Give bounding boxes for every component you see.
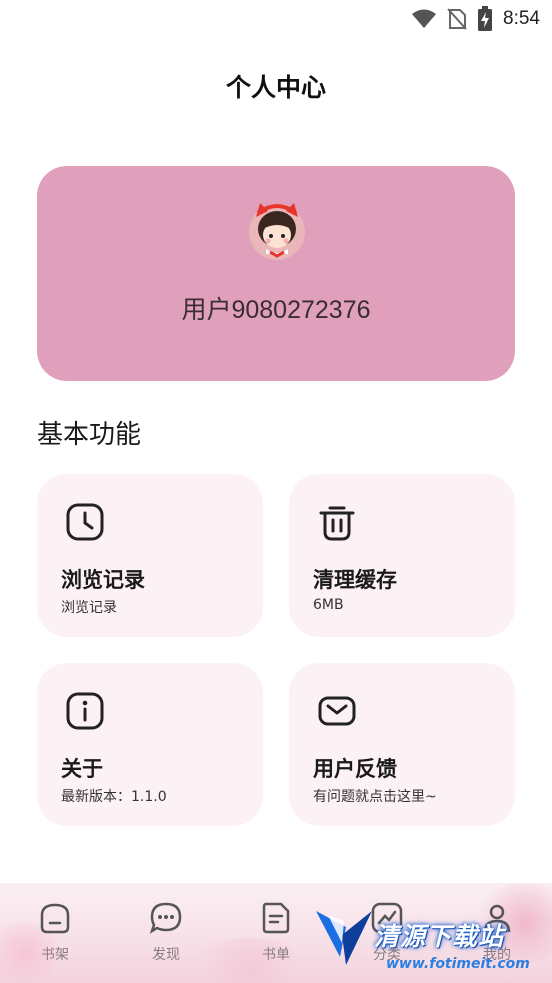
section-title: 基本功能 — [37, 420, 142, 450]
mail-icon — [318, 696, 356, 726]
nav-item-booklist[interactable]: 书单 — [246, 901, 306, 971]
trash-icon — [319, 506, 355, 541]
user-feedback-subtitle: 有问题就点击这里~ — [313, 789, 437, 805]
clock-icon — [66, 503, 104, 541]
page-title: 个人中心 — [225, 73, 326, 102]
status-time: 8:54 — [503, 8, 540, 29]
nav-label-booklist: 书单 — [262, 947, 290, 963]
browse-history-subtitle: 浏览记录 — [61, 600, 117, 616]
watermark: 清源下载站 www.fotimeit.com — [312, 903, 544, 977]
nav-item-shelf[interactable]: 书架 — [25, 901, 85, 971]
watermark-title: 清源下载站 — [374, 922, 505, 951]
status-bar: 8:54 — [0, 0, 552, 40]
clear-cache-size: 6MB — [313, 597, 344, 613]
nav-label-discover: 发现 — [152, 947, 180, 963]
status-icons: 8:54 — [411, 6, 540, 32]
about-version: 最新版本：1.1.0 — [61, 789, 167, 805]
browse-history-title: 浏览记录 — [61, 568, 145, 592]
clear-cache-title: 清理缓存 — [313, 568, 397, 592]
username: 用户9080272376 — [181, 296, 371, 324]
about-card[interactable]: 关于 最新版本：1.1.0 — [37, 663, 263, 826]
shelf-icon — [40, 903, 70, 934]
nav-item-discover[interactable]: 发现 — [136, 901, 196, 971]
booklist-icon — [262, 902, 290, 934]
discover-chat-icon — [149, 902, 182, 934]
user-feedback-title: 用户反馈 — [313, 757, 397, 781]
avatar[interactable] — [246, 199, 308, 261]
battery-charging-icon — [478, 6, 493, 31]
no-sim-icon — [447, 8, 467, 30]
about-title: 关于 — [61, 757, 103, 781]
wifi-icon — [412, 9, 437, 28]
browse-history-card[interactable]: 浏览记录 浏览记录 — [37, 474, 263, 637]
info-icon — [66, 692, 104, 730]
clear-cache-card[interactable]: 清理缓存 6MB — [289, 474, 515, 637]
user-feedback-card[interactable]: 用户反馈 有问题就点击这里~ — [289, 663, 515, 826]
watermark-url: www.fotimeit.com — [386, 956, 530, 972]
nav-label-shelf: 书架 — [41, 947, 69, 963]
watermark-logo — [316, 911, 372, 965]
